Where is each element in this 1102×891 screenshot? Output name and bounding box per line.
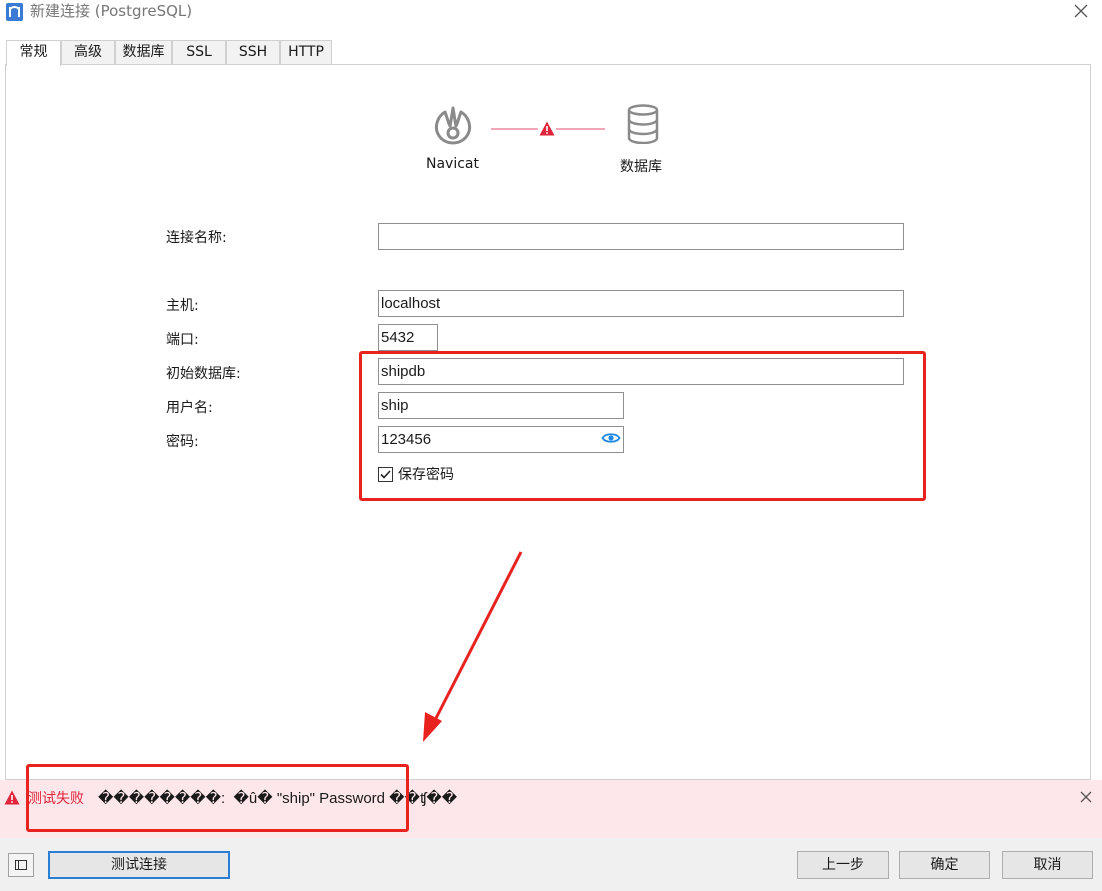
- connection-name-label: 连接名称:: [166, 230, 227, 246]
- connection-line: [491, 128, 538, 130]
- tab-database[interactable]: 数据库: [115, 40, 172, 65]
- annotation-highlight-box: [359, 351, 926, 501]
- navicat-app-icon: [6, 3, 23, 21]
- tab-http[interactable]: HTTP: [280, 40, 332, 65]
- username-label: 用户名:: [166, 400, 213, 416]
- error-warning-icon: [4, 790, 20, 805]
- cancel-button[interactable]: 取消: [1002, 851, 1093, 879]
- test-connection-button[interactable]: 测试连接: [48, 851, 230, 879]
- initial-database-label: 初始数据库:: [166, 366, 241, 382]
- dismiss-error-close-icon[interactable]: [1078, 789, 1094, 805]
- tab-ssh[interactable]: SSH: [226, 40, 280, 65]
- ok-button[interactable]: 确定: [899, 851, 990, 879]
- sidebar-toggle-button[interactable]: [8, 853, 34, 877]
- window-title: 新建连接 (PostgreSQL): [30, 2, 193, 20]
- tab-bar: 常规 高级 数据库 SSL SSH HTTP: [0, 40, 1102, 66]
- password-label: 密码:: [166, 434, 199, 450]
- navicat-logo-icon: [434, 106, 472, 145]
- host-label: 主机:: [166, 298, 199, 314]
- warning-icon: [539, 121, 555, 136]
- port-label: 端口:: [166, 332, 199, 348]
- connection-line: [556, 128, 605, 130]
- connection-name-input[interactable]: [378, 223, 904, 250]
- navicat-label: Navicat: [426, 156, 479, 172]
- tab-advanced[interactable]: 高级: [61, 40, 115, 65]
- database-icon: [627, 104, 659, 144]
- previous-step-button[interactable]: 上一步: [797, 851, 889, 879]
- tab-general[interactable]: 常规: [6, 40, 61, 66]
- database-label: 数据库: [620, 159, 662, 175]
- sidebar-panel-icon: [15, 860, 27, 870]
- title-bar: 新建连接 (PostgreSQL): [0, 0, 1102, 28]
- annotation-arrow-icon: [423, 551, 523, 742]
- annotation-highlight-box: [26, 764, 409, 832]
- host-input[interactable]: [378, 290, 904, 317]
- close-icon[interactable]: [1072, 2, 1090, 20]
- port-input[interactable]: [378, 324, 438, 351]
- tab-ssl[interactable]: SSL: [172, 40, 226, 65]
